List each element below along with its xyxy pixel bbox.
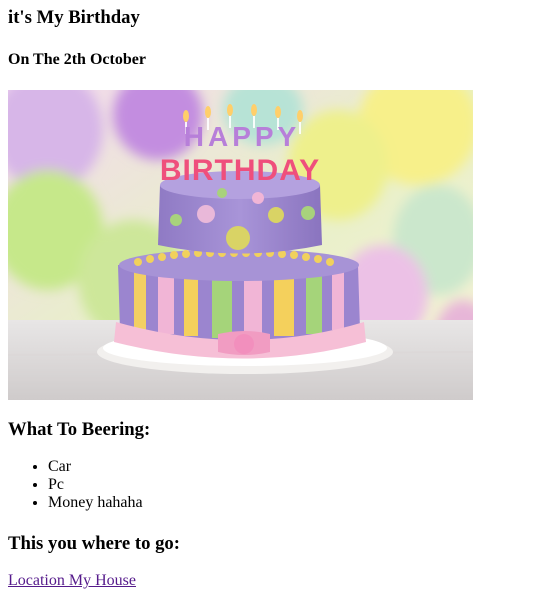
bring-list: Car Pc Money hahaha (8, 458, 143, 512)
happy-candle-text: HAPPY (184, 121, 300, 152)
page-subtitle: On The 2th October (8, 51, 146, 68)
birthday-candle-text: BIRTHDAY (160, 154, 320, 187)
location-link[interactable]: Location My House (8, 572, 136, 590)
list-item: Pc (48, 476, 143, 494)
bring-heading: What To Beering: (8, 419, 151, 440)
list-item: Money hahaha (48, 494, 143, 512)
list-item: Car (48, 458, 143, 476)
birthday-cake-image: HAPPY BIRTHDAY (8, 90, 473, 400)
go-heading: This you where to go: (8, 533, 181, 554)
page-title: it's My Birthday (8, 7, 140, 28)
